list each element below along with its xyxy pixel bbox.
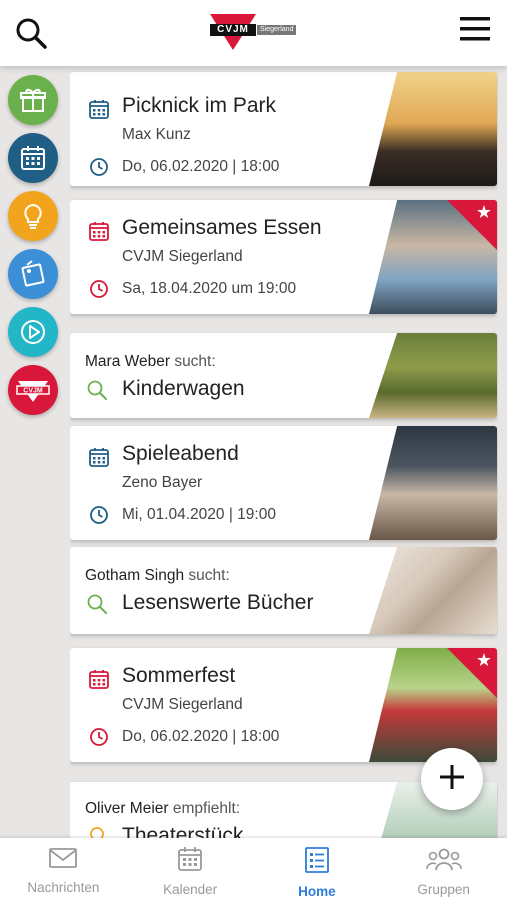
play-icon[interactable] <box>8 307 58 357</box>
cvjm-logo: CVJM Siegerland <box>210 14 300 54</box>
card-title: Picknick im Park <box>122 94 277 117</box>
tab-home[interactable]: Home <box>254 838 381 900</box>
card-host: CVJM Siegerland <box>122 696 243 713</box>
calendar-icon <box>88 668 110 690</box>
tab-label: Home <box>298 884 336 899</box>
search-image <box>369 333 497 418</box>
event-card[interactable]: Sommerfest CVJM Siegerland Do, 06.02.202… <box>70 648 497 762</box>
card-title: Sommerfest <box>122 664 236 687</box>
calendar-icon <box>88 446 110 468</box>
tab-gruppen[interactable]: Gruppen <box>380 838 507 900</box>
list-icon <box>304 846 330 879</box>
search-icon[interactable] <box>14 16 48 50</box>
calendar-icon <box>177 846 203 877</box>
card-title: Spieleabend <box>122 442 239 465</box>
search-card[interactable]: Gotham Singh sucht: Lesenswerte Bücher <box>70 547 497 634</box>
event-image <box>369 72 497 186</box>
card-person: Gotham Singh sucht: <box>85 567 230 584</box>
calendar-icon[interactable] <box>8 133 58 183</box>
plus-icon <box>437 762 467 797</box>
tag-icon[interactable] <box>8 249 58 299</box>
bottom-tab-bar: Nachrichten Kalender Home Gruppen <box>0 838 507 900</box>
event-card[interactable]: Gemeinsames Essen CVJM Siegerland Sa, 18… <box>70 200 497 314</box>
clock-icon <box>88 504 110 526</box>
card-person: Oliver Meier empfiehlt: <box>85 800 241 817</box>
search-icon <box>86 379 108 401</box>
card-date: Do, 06.02.2020 | 18:00 <box>122 728 280 745</box>
tab-label: Nachrichten <box>27 880 100 895</box>
feed: Picknick im Park Max Kunz Do, 06.02.2020… <box>70 66 498 840</box>
top-bar: CVJM Siegerland <box>0 0 507 66</box>
card-host: Zeno Bayer <box>122 474 203 491</box>
card-date: Do, 06.02.2020 | 18:00 <box>122 158 280 175</box>
group-icon <box>425 846 462 877</box>
clock-icon <box>88 156 110 178</box>
search-icon <box>86 593 108 615</box>
card-host: Max Kunz <box>122 126 191 143</box>
tab-kalender[interactable]: Kalender <box>127 838 254 900</box>
card-title: Gemeinsames Essen <box>122 216 322 239</box>
event-card[interactable]: Spieleabend Zeno Bayer Mi, 01.04.2020 | … <box>70 426 497 540</box>
card-host: CVJM Siegerland <box>122 248 243 265</box>
event-card[interactable]: Picknick im Park Max Kunz Do, 06.02.2020… <box>70 72 497 186</box>
gift-icon[interactable] <box>8 75 58 125</box>
clock-icon <box>88 278 110 300</box>
card-date: Sa, 18.04.2020 um 19:00 <box>122 280 297 297</box>
tab-label: Kalender <box>163 882 218 897</box>
tab-nachrichten[interactable]: Nachrichten <box>0 838 127 900</box>
card-title: Lesenswerte Bücher <box>122 591 314 614</box>
card-date: Mi, 01.04.2020 | 19:00 <box>122 506 276 523</box>
hamburger-menu-icon[interactable] <box>459 14 491 44</box>
calendar-icon <box>88 220 110 242</box>
tab-label: Gruppen <box>417 882 470 897</box>
card-person: Mara Weber sucht: <box>85 353 216 370</box>
add-button[interactable] <box>421 748 483 810</box>
search-image <box>369 547 497 634</box>
category-rail: CVJM <box>0 66 66 840</box>
calendar-icon <box>88 98 110 120</box>
clock-icon <box>88 726 110 748</box>
lightbulb-icon[interactable] <box>8 191 58 241</box>
cvjm-logo-icon[interactable]: CVJM <box>8 365 58 415</box>
svg-text:CVJM: CVJM <box>23 388 43 395</box>
event-image <box>369 426 497 540</box>
card-title: Kinderwagen <box>122 377 245 400</box>
mail-icon <box>48 846 78 875</box>
search-card[interactable]: Mara Weber sucht: Kinderwagen <box>70 333 497 418</box>
